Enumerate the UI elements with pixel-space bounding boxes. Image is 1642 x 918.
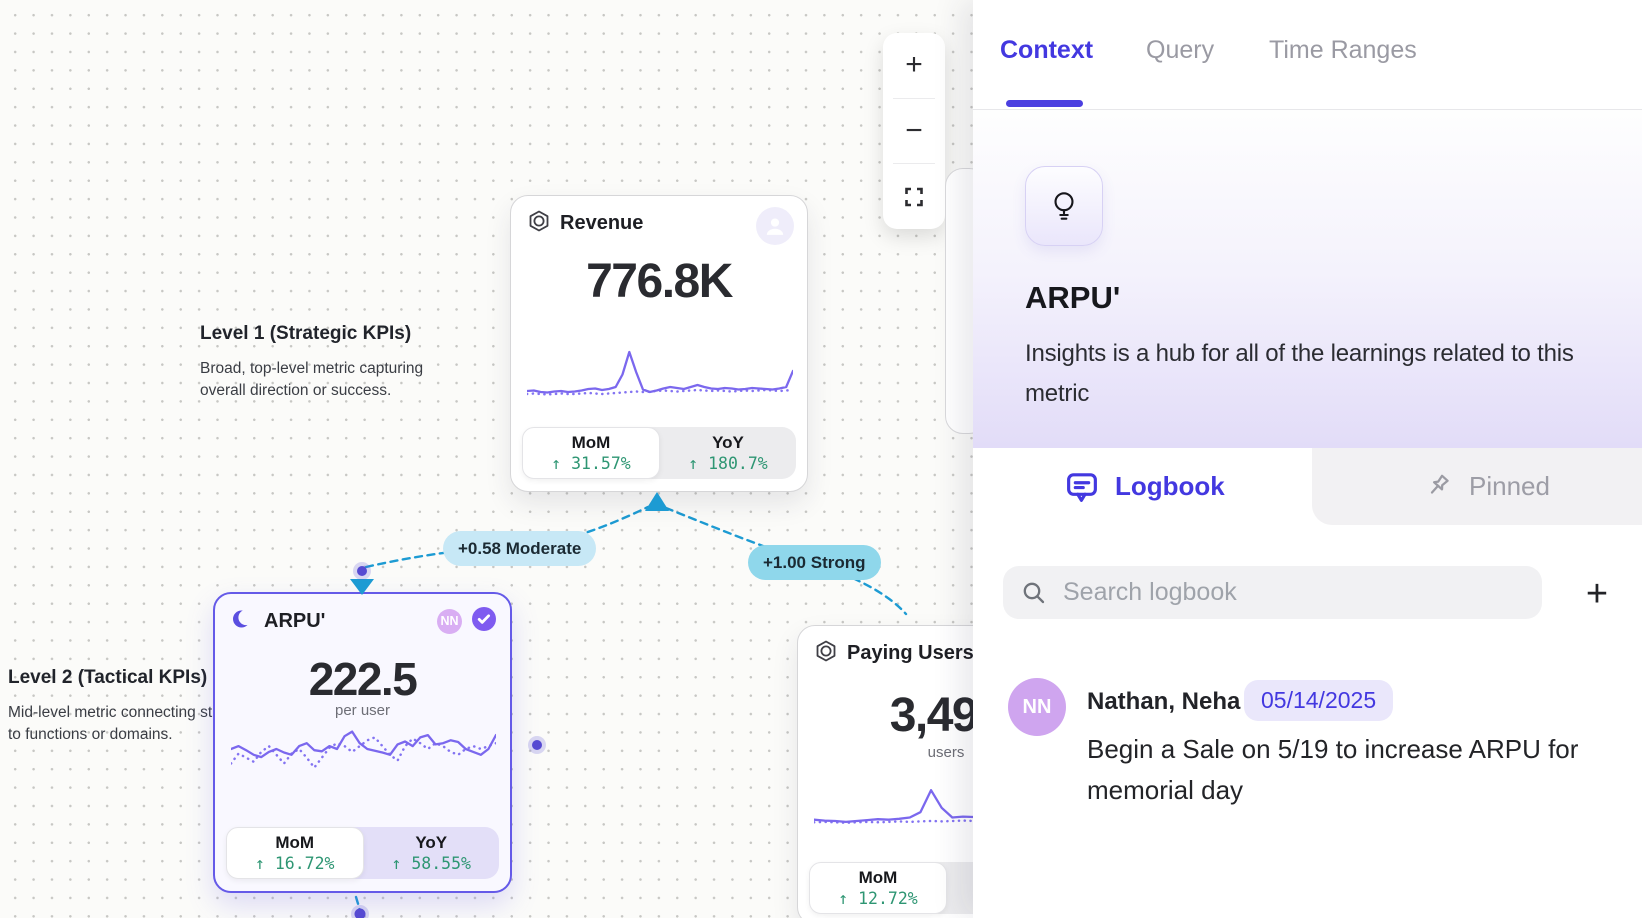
crescent-moon-icon	[231, 607, 255, 636]
metric-hexagon-icon	[814, 639, 838, 668]
level1-annotation: Level 1 (Strategic KPIs) Broad, top-leve…	[200, 322, 462, 402]
entry-author: Nathan, Neha	[1087, 688, 1240, 716]
tab-time-ranges[interactable]: Time Ranges	[1269, 36, 1417, 65]
metric-card-revenue[interactable]: Revenue 776.8K MoM ↑ 31.57% YoY ↑ 180.7%	[510, 195, 808, 492]
owner-avatar-icon	[756, 207, 794, 245]
tab-query[interactable]: Query	[1146, 36, 1214, 65]
level1-title: Level 1 (Strategic KPIs)	[200, 322, 462, 346]
card-header: ARPU' NN	[231, 608, 497, 634]
card-header: Revenue	[527, 210, 794, 236]
mom-toggle[interactable]: MoM ↑ 31.57%	[522, 427, 660, 479]
tab-context[interactable]: Context	[1000, 36, 1093, 65]
correlation-label-strong[interactable]: +1.00 Strong	[748, 545, 881, 580]
details-panel: Context Query Time Ranges ARPU' Insights…	[973, 0, 1642, 918]
level1-description: Broad, top-level metric capturing overal…	[200, 358, 462, 402]
metric-value: 776.8K	[511, 254, 807, 309]
insight-tile	[1025, 166, 1103, 246]
card-footer: MoM ↑ 31.57% YoY ↑ 180.7%	[522, 427, 796, 479]
add-log-entry-button[interactable]: +	[1573, 570, 1621, 618]
card-title: Paying Users'	[847, 642, 978, 665]
metric-description: Insights is a hub for all of the learnin…	[1025, 334, 1610, 414]
logbook-search	[1003, 566, 1542, 619]
collaborator-badge: NN	[437, 609, 462, 634]
yoy-toggle[interactable]: YoY ↑ 58.55%	[364, 827, 500, 879]
sparkline-chart	[231, 716, 496, 782]
active-tab-underline	[1006, 100, 1083, 107]
metric-hexagon-icon	[527, 209, 551, 238]
logbook-chat-icon	[1065, 470, 1099, 504]
subtab-logbook[interactable]: Logbook	[1065, 448, 1225, 525]
metric-name-heading: ARPU'	[1025, 280, 1120, 316]
entry-date-badge: 05/14/2025	[1244, 680, 1393, 721]
metric-value: 222.5	[215, 652, 510, 706]
logbook-pinned-tabs: Logbook Pinned	[973, 448, 1642, 525]
search-input[interactable]	[1063, 578, 1524, 607]
card-title: Revenue	[560, 212, 643, 235]
fit-view-button[interactable]	[883, 164, 945, 229]
entry-avatar: NN	[1008, 678, 1066, 736]
app-root: Level 1 (Strategic KPIs) Broad, top-leve…	[0, 0, 1642, 918]
fullscreen-icon	[903, 186, 925, 208]
mom-toggle[interactable]: MoM ↑ 16.72%	[226, 827, 364, 879]
sparkline-chart	[527, 348, 793, 406]
card-title: ARPU'	[264, 610, 325, 633]
entry-message: Begin a Sale on 5/19 to increase ARPU fo…	[1087, 729, 1627, 811]
lightbulb-icon	[1046, 188, 1082, 224]
pin-icon	[1421, 471, 1453, 503]
metric-hero-section: ARPU' Insights is a hub for all of the l…	[973, 110, 1642, 448]
metric-card-arpu[interactable]: ARPU' NN 222.5 per user MoM ↑ 16.72% YoY…	[213, 592, 512, 893]
panel-tabbar: Context Query Time Ranges	[973, 0, 1642, 110]
zoom-in-button[interactable]: +	[883, 33, 945, 98]
yoy-toggle[interactable]: YoY ↑ 180.7%	[660, 427, 796, 479]
correlation-label-moderate[interactable]: +0.58 Moderate	[443, 531, 596, 566]
mom-toggle[interactable]: MoM ↑ 12.72%	[809, 862, 947, 914]
zoom-out-button[interactable]: −	[883, 99, 945, 164]
verified-check-icon	[471, 606, 497, 637]
card-footer: MoM ↑ 16.72% YoY ↑ 58.55%	[226, 827, 499, 879]
search-icon	[1021, 580, 1047, 606]
subtab-pinned[interactable]: Pinned	[1421, 448, 1550, 525]
canvas-zoom-controls: + −	[883, 33, 945, 229]
